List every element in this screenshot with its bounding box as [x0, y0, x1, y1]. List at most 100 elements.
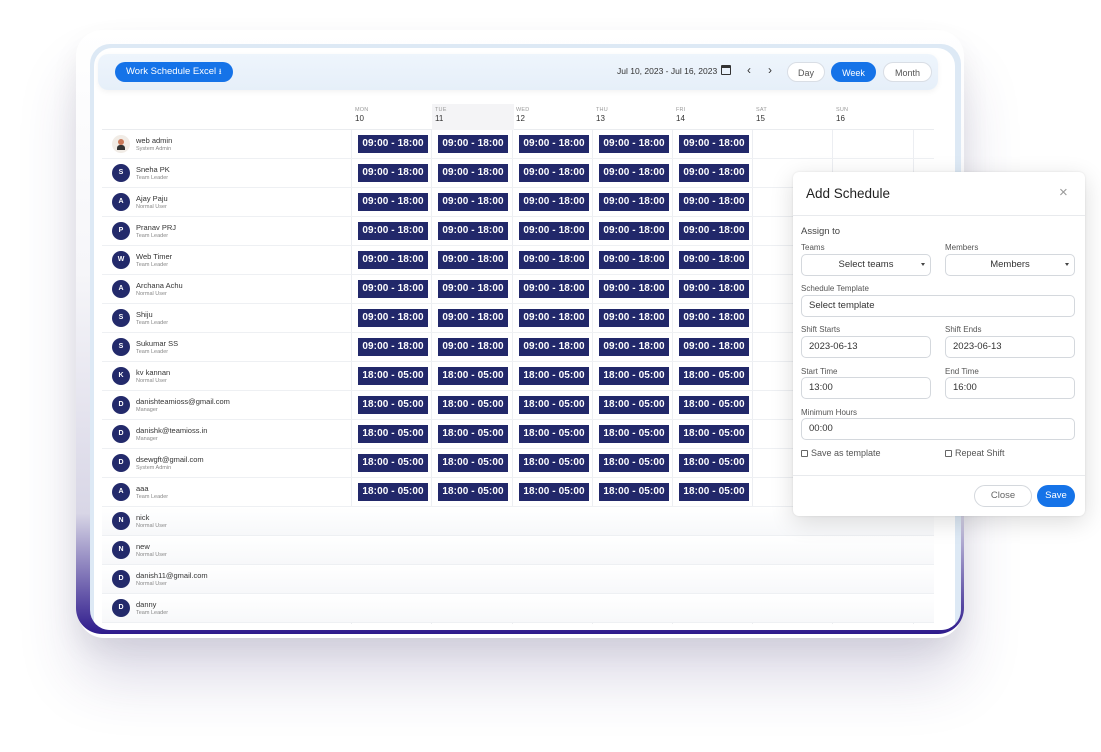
shift-block[interactable]: 09:00 - 18:00 — [358, 164, 428, 182]
shift-block[interactable]: 09:00 - 18:00 — [519, 222, 589, 240]
shift-block[interactable]: 09:00 - 18:00 — [438, 135, 508, 153]
close-icon[interactable]: × — [1059, 184, 1068, 201]
shift-ends-field[interactable]: 2023-06-13 — [945, 336, 1075, 358]
shift-block[interactable]: 09:00 - 18:00 — [679, 135, 749, 153]
shift-block[interactable]: 09:00 - 18:00 — [358, 251, 428, 269]
user-name: danny — [136, 600, 157, 609]
shift-block[interactable]: 18:00 - 05:00 — [358, 454, 428, 472]
shift-block[interactable]: 09:00 - 18:00 — [358, 338, 428, 356]
shift-block[interactable]: 18:00 - 05:00 — [358, 425, 428, 443]
shift-starts-field[interactable]: 2023-06-13 — [801, 336, 931, 358]
members-select[interactable]: Members — [945, 254, 1075, 276]
shift-block[interactable]: 09:00 - 18:00 — [679, 164, 749, 182]
view-month-button[interactable]: Month — [883, 62, 932, 82]
shift-block[interactable]: 09:00 - 18:00 — [599, 280, 669, 298]
shift-block[interactable]: 18:00 - 05:00 — [358, 483, 428, 501]
shift-block[interactable]: 09:00 - 18:00 — [358, 280, 428, 298]
chevron-down-icon — [1065, 263, 1069, 266]
shift-block[interactable]: 18:00 - 05:00 — [519, 483, 589, 501]
minimum-hours-field[interactable]: 00:00 — [801, 418, 1075, 440]
shift-block[interactable]: 18:00 - 05:00 — [679, 454, 749, 472]
day-name: SUN — [836, 107, 849, 113]
day-header-mon: MON 10 — [355, 107, 368, 129]
shift-block[interactable]: 18:00 - 05:00 — [599, 367, 669, 385]
start-time-field[interactable]: 13:00 — [801, 377, 931, 399]
prev-week-icon[interactable]: ‹ — [747, 63, 751, 77]
shift-block[interactable]: 09:00 - 18:00 — [599, 135, 669, 153]
work-schedule-excel-button[interactable]: Work Schedule Excel ⭳ — [115, 62, 233, 82]
shift-block[interactable]: 09:00 - 18:00 — [679, 309, 749, 327]
shift-block[interactable]: 09:00 - 18:00 — [599, 193, 669, 211]
shift-block[interactable]: 09:00 - 18:00 — [519, 135, 589, 153]
shift-block[interactable]: 18:00 - 05:00 — [438, 396, 508, 414]
excel-button-label: Work Schedule Excel — [126, 66, 217, 77]
template-select[interactable]: Select template — [801, 295, 1075, 317]
shift-block[interactable]: 09:00 - 18:00 — [438, 222, 508, 240]
repeat-shift-checkbox[interactable]: Repeat Shift — [945, 448, 1005, 458]
shift-block[interactable]: 09:00 - 18:00 — [679, 193, 749, 211]
shift-block[interactable]: 18:00 - 05:00 — [519, 367, 589, 385]
shift-block[interactable]: 18:00 - 05:00 — [679, 483, 749, 501]
shift-block[interactable]: 09:00 - 18:00 — [679, 222, 749, 240]
shift-block[interactable]: 18:00 - 05:00 — [599, 396, 669, 414]
user-role: Team Leader — [136, 349, 169, 355]
shift-block[interactable]: 18:00 - 05:00 — [438, 483, 508, 501]
shift-block[interactable]: 18:00 - 05:00 — [679, 425, 749, 443]
user-name: Ajay Paju — [136, 194, 168, 203]
save-button[interactable]: Save — [1037, 485, 1075, 507]
shift-block[interactable]: 18:00 - 05:00 — [519, 425, 589, 443]
shift-block[interactable]: 09:00 - 18:00 — [358, 193, 428, 211]
view-day-button[interactable]: Day — [787, 62, 825, 82]
teams-select[interactable]: Select teams — [801, 254, 931, 276]
shift-block[interactable]: 09:00 - 18:00 — [599, 338, 669, 356]
shift-block[interactable]: 09:00 - 18:00 — [519, 309, 589, 327]
shift-block[interactable]: 09:00 - 18:00 — [519, 251, 589, 269]
next-week-icon[interactable]: › — [768, 63, 772, 77]
end-time-field[interactable]: 16:00 — [945, 377, 1075, 399]
shift-block[interactable]: 18:00 - 05:00 — [679, 396, 749, 414]
shift-block[interactable]: 18:00 - 05:00 — [358, 396, 428, 414]
shift-block[interactable]: 18:00 - 05:00 — [438, 454, 508, 472]
date-range: Jul 10, 2023 - Jul 16, 2023 — [617, 66, 718, 76]
shift-block[interactable]: 09:00 - 18:00 — [358, 135, 428, 153]
shift-block[interactable]: 09:00 - 18:00 — [438, 338, 508, 356]
shift-block[interactable]: 09:00 - 18:00 — [599, 164, 669, 182]
shift-block[interactable]: 09:00 - 18:00 — [438, 164, 508, 182]
shift-block[interactable]: 09:00 - 18:00 — [438, 251, 508, 269]
shift-block[interactable]: 09:00 - 18:00 — [599, 222, 669, 240]
shift-block[interactable]: 09:00 - 18:00 — [438, 193, 508, 211]
day-header-sat: SAT 15 — [756, 107, 767, 129]
shift-block[interactable]: 09:00 - 18:00 — [679, 338, 749, 356]
shift-block[interactable]: 18:00 - 05:00 — [438, 367, 508, 385]
save-as-template-checkbox[interactable]: Save as template — [801, 448, 881, 458]
shift-block[interactable]: 09:00 - 18:00 — [438, 309, 508, 327]
day-number: 11 — [435, 114, 444, 123]
shift-block[interactable]: 09:00 - 18:00 — [358, 309, 428, 327]
shift-block[interactable]: 18:00 - 05:00 — [519, 396, 589, 414]
members-select-value: Members — [990, 259, 1030, 270]
shift-block[interactable]: 18:00 - 05:00 — [679, 367, 749, 385]
shift-block[interactable]: 18:00 - 05:00 — [519, 454, 589, 472]
shift-block[interactable]: 09:00 - 18:00 — [519, 164, 589, 182]
avatar: A — [112, 280, 130, 298]
end-time-label: End Time — [945, 367, 979, 376]
shift-block[interactable]: 09:00 - 18:00 — [599, 251, 669, 269]
shift-block[interactable]: 09:00 - 18:00 — [679, 251, 749, 269]
shift-block[interactable]: 09:00 - 18:00 — [599, 309, 669, 327]
shift-block[interactable]: 09:00 - 18:00 — [358, 222, 428, 240]
shift-block[interactable]: 09:00 - 18:00 — [519, 193, 589, 211]
close-button[interactable]: Close — [974, 485, 1032, 507]
shift-block[interactable]: 18:00 - 05:00 — [438, 425, 508, 443]
shift-block[interactable]: 18:00 - 05:00 — [358, 367, 428, 385]
shift-block[interactable]: 09:00 - 18:00 — [519, 338, 589, 356]
shift-block[interactable]: 09:00 - 18:00 — [519, 280, 589, 298]
user-name: Pranav PRJ — [136, 223, 177, 232]
view-week-button[interactable]: Week — [831, 62, 876, 82]
shift-block[interactable]: 18:00 - 05:00 — [599, 425, 669, 443]
shift-block[interactable]: 18:00 - 05:00 — [599, 454, 669, 472]
user-name: Sukumar SS — [136, 339, 179, 348]
calendar-icon[interactable] — [721, 65, 731, 75]
shift-block[interactable]: 09:00 - 18:00 — [679, 280, 749, 298]
shift-block[interactable]: 18:00 - 05:00 — [599, 483, 669, 501]
shift-block[interactable]: 09:00 - 18:00 — [438, 280, 508, 298]
